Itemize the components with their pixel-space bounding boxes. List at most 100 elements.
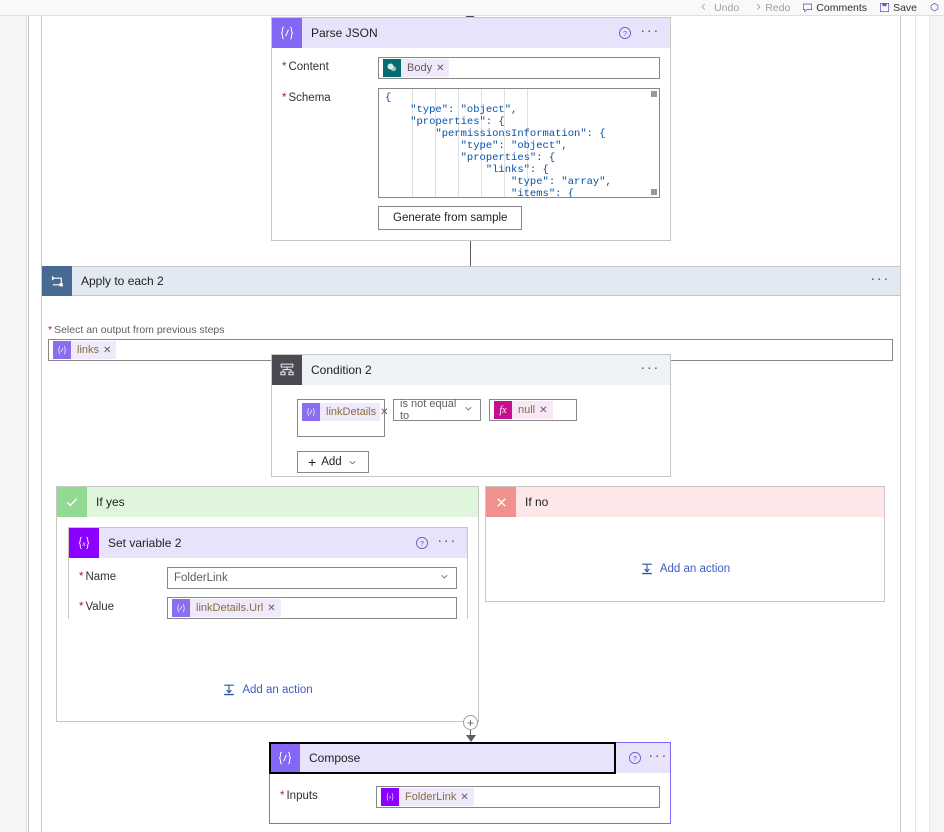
condition-row: linkDetails ✕ is not equal to fx null ✕ [297, 398, 670, 437]
compose-inputs-input[interactable]: x FolderLink ✕ [376, 786, 660, 808]
token-body[interactable]: Body ✕ [383, 59, 450, 77]
set-variable-name-row: * Name FolderLink [79, 567, 457, 589]
apply-to-each-card[interactable]: Apply to each 2 ··· [41, 266, 901, 296]
flow-canvas[interactable]: Parse JSON ? ··· * Content Body ✕ * Sche… [0, 16, 944, 832]
token-links[interactable]: links ✕ [53, 341, 117, 359]
variable-name-field[interactable]: FolderLink [167, 567, 457, 589]
toolbar-redo-label: Redo [765, 1, 791, 14]
compose-inputs-field[interactable]: x FolderLink ✕ [376, 786, 660, 808]
toolbar-comments-button[interactable]: Comments [802, 2, 867, 14]
if-no-header: If no [486, 487, 884, 517]
token-null-remove[interactable]: ✕ [539, 405, 552, 416]
if-yes-add-action-label: Add an action [242, 684, 313, 696]
variable-name-value: FolderLink [174, 572, 228, 584]
help-icon[interactable]: ? [413, 534, 431, 552]
content-field[interactable]: Body ✕ [378, 57, 660, 79]
content-input[interactable]: Body ✕ [378, 57, 660, 79]
set-variable-title: Set variable 2 [108, 536, 182, 550]
condition-left-operand[interactable]: linkDetails ✕ [297, 399, 389, 437]
condition-right-operand[interactable]: fx null ✕ [489, 399, 577, 421]
token-null-label: null [518, 404, 536, 416]
parse-json-menu-button[interactable]: ··· [636, 22, 662, 44]
condition-operator-select[interactable]: is not equal to [393, 398, 481, 422]
toolbar-redo-button[interactable]: Redo [751, 2, 790, 14]
set-variable-value-row: * Value linkDetails.Url ✕ [79, 597, 457, 619]
compose-braces-icon [272, 18, 302, 48]
schema-scroll-up[interactable] [651, 91, 657, 97]
output-required-marker: * [48, 324, 53, 336]
expression-icon [302, 403, 320, 421]
vertical-scrollbar-secondary[interactable] [915, 16, 929, 832]
apply-to-each-inner-frame [41, 16, 42, 832]
if-no-branch[interactable]: If no Add an action [485, 486, 885, 602]
apply-to-each-header[interactable]: Apply to each 2 ··· [41, 266, 901, 296]
apply-to-each-output-label: * Select an output from previous steps [48, 324, 225, 336]
compose-menu-button[interactable]: ··· [644, 747, 670, 769]
variable-value-input[interactable]: linkDetails.Url ✕ [167, 597, 457, 619]
schema-code-text: { "type": "object", "properties": { "per… [385, 92, 612, 198]
condition-header[interactable]: Condition 2 ··· [272, 355, 670, 385]
condition-menu-button[interactable]: ··· [636, 359, 662, 381]
chevron-down-icon [441, 575, 448, 579]
compose-header[interactable]: Compose [269, 742, 616, 774]
if-yes-add-action-button[interactable]: Add an action [222, 683, 313, 697]
set-variable-menu-button[interactable]: ··· [433, 532, 459, 554]
toolbar-save-button[interactable]: Save [879, 2, 917, 14]
toolbar-undo-button[interactable]: Undo [700, 2, 739, 14]
token-link-details[interactable]: linkDetails ✕ [302, 403, 389, 421]
token-link-details-url-label: linkDetails.Url [196, 602, 264, 614]
condition-add-button[interactable]: + Add [297, 451, 369, 473]
if-yes-branch[interactable]: If yes x Set variable 2 ? ··· * Name Fol… [56, 486, 479, 722]
parse-json-content-row: * Content Body ✕ [282, 57, 660, 79]
plus-icon: + [308, 454, 317, 470]
token-links-remove[interactable]: ✕ [103, 345, 116, 356]
compose-inputs-row: * Inputs x FolderLink ✕ [280, 786, 660, 808]
token-folder-link[interactable]: x FolderLink ✕ [381, 788, 474, 806]
variable-value-field[interactable]: linkDetails.Url ✕ [167, 597, 457, 619]
parse-json-card[interactable]: Parse JSON ? ··· * Content Body ✕ * Sche… [271, 17, 671, 241]
inputs-required-marker: * [280, 790, 285, 802]
vertical-scrollbar[interactable] [929, 16, 944, 832]
help-icon[interactable]: ? [616, 24, 634, 42]
toolbar-overflow-button[interactable] [929, 2, 940, 13]
condition-header-actions: ··· [636, 359, 670, 381]
insert-step-icon [224, 684, 235, 696]
token-body-remove[interactable]: ✕ [436, 63, 449, 74]
token-null[interactable]: fx null ✕ [494, 401, 553, 419]
parse-json-header[interactable]: Parse JSON ? ··· [272, 18, 670, 48]
variable-name-select[interactable]: FolderLink [167, 567, 457, 589]
if-no-add-action-button[interactable]: Add an action [640, 562, 730, 576]
help-icon[interactable]: ? [626, 749, 644, 767]
set-variable-body: * Name FolderLink * Value linkDetails.Ur… [69, 558, 467, 627]
expression-icon [172, 599, 190, 617]
if-yes-label: If yes [96, 495, 125, 509]
insert-node-button[interactable]: + [463, 715, 478, 730]
set-variable-card[interactable]: x Set variable 2 ? ··· * Name FolderLink… [68, 527, 468, 627]
condition-body: linkDetails ✕ is not equal to fx null ✕ … [272, 385, 670, 473]
inputs-label: * Inputs [280, 790, 318, 802]
redo-icon [757, 3, 761, 10]
schema-field[interactable]: { "type": "object", "properties": { "per… [378, 88, 660, 198]
apply-to-each-title: Apply to each 2 [81, 274, 164, 288]
connector-arrowhead-2 [466, 735, 476, 742]
schema-label: * Schema [282, 92, 331, 104]
if-yes-header: If yes [57, 487, 478, 517]
toolbar-comments-label: Comments [816, 1, 868, 14]
compose-card[interactable]: Compose ? ··· * Inputs x FolderLink ✕ [269, 742, 671, 824]
generate-from-sample-button[interactable]: Generate from sample [378, 206, 523, 230]
token-link-details-url-remove[interactable]: ✕ [267, 603, 280, 614]
set-variable-header[interactable]: x Set variable 2 ? ··· [69, 528, 467, 558]
condition-operator-value: is not equal to [400, 398, 457, 422]
parse-json-title: Parse JSON [311, 26, 378, 40]
token-folder-link-remove[interactable]: ✕ [460, 792, 473, 803]
apply-to-each-menu-button[interactable]: ··· [866, 270, 892, 292]
condition-title: Condition 2 [311, 363, 372, 377]
schema-resize-grip[interactable] [651, 189, 657, 195]
compose-header-actions: ? ··· [613, 743, 670, 773]
token-link-details-url[interactable]: linkDetails.Url ✕ [172, 599, 281, 617]
flow-checker-icon [930, 2, 939, 12]
close-x-icon [486, 487, 516, 517]
schema-textarea[interactable]: { "type": "object", "properties": { "per… [378, 88, 660, 198]
condition-card[interactable]: Condition 2 ··· linkDetails ✕ is not equ… [271, 354, 671, 477]
token-link-details-remove[interactable]: ✕ [380, 407, 393, 418]
